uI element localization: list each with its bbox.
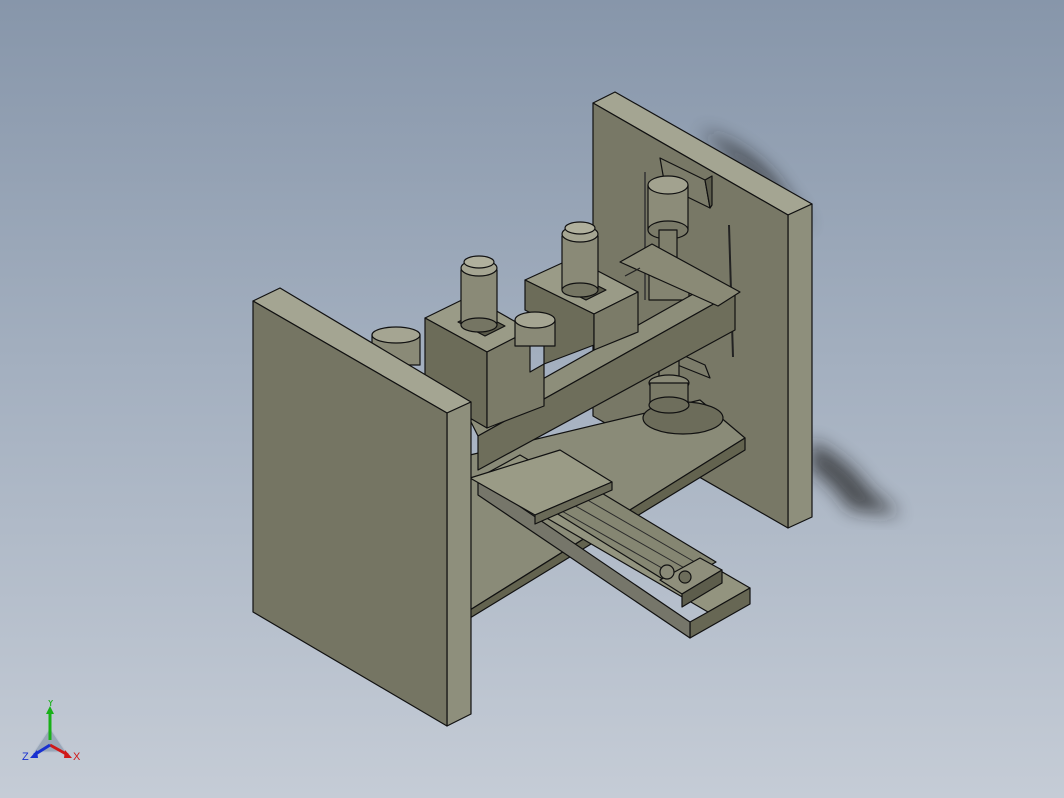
- y-axis-label: Y: [47, 700, 55, 709]
- x-axis-label: X: [73, 751, 81, 763]
- center-round-part: [514, 311, 556, 347]
- vertical-shaft-assembly[interactable]: [647, 175, 690, 414]
- cad-model[interactable]: [0, 0, 1064, 798]
- z-axis-label: Z: [22, 751, 29, 763]
- 3d-viewport[interactable]: Y X Z: [0, 0, 1064, 798]
- left-cylinder[interactable]: [457, 255, 506, 337]
- coordinate-triad: Y X Z: [22, 700, 81, 763]
- x-arrow-icon: [64, 750, 72, 758]
